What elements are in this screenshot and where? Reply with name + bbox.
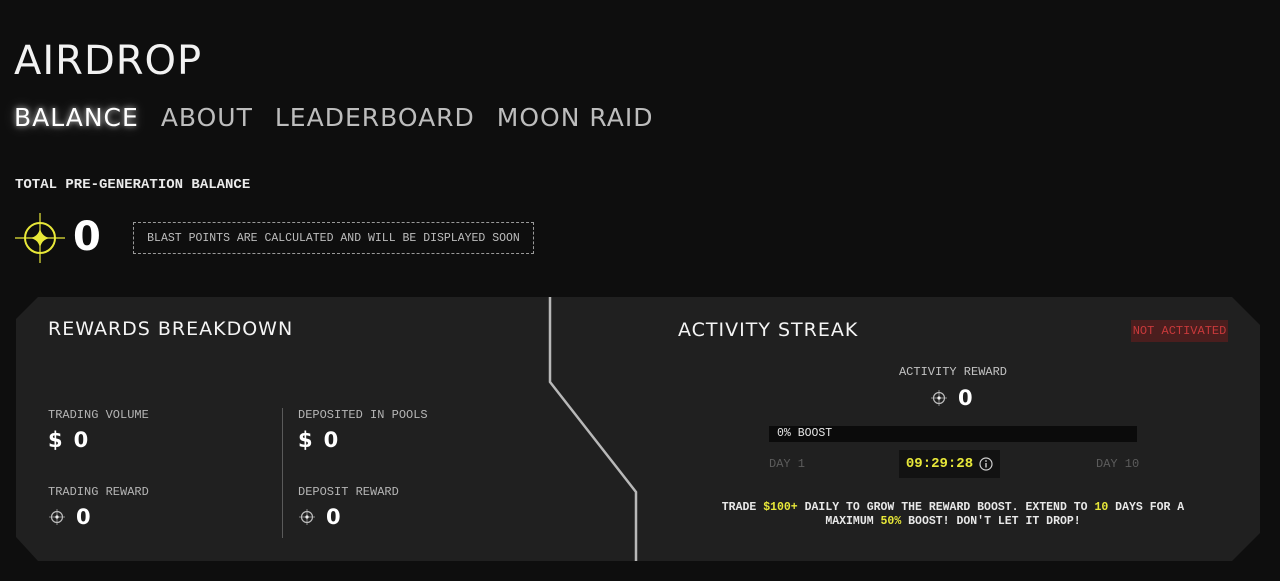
note-highlight-days: 10 <box>1094 501 1109 514</box>
note-highlight-percent: 50% <box>880 515 902 528</box>
streak-title: ACTIVITY STREAK <box>678 319 859 341</box>
rewards-title: REWARDS BREAKDOWN <box>48 318 294 340</box>
note-text: DAILY TO GROW THE REWARD BOOST. EXTEND T… <box>797 501 1095 514</box>
boost-progress-bar: 0% BOOST <box>769 426 1137 442</box>
status-badge: NOT ACTIVATED <box>1131 320 1228 342</box>
points-icon <box>299 509 315 525</box>
tab-bar: BALANCE ABOUT LEADERBOARD MOON RAID <box>14 103 653 132</box>
points-icon <box>931 390 947 406</box>
balance-value: 0 <box>73 214 102 260</box>
activity-reward-label: ACTIVITY REWARD <box>898 365 1008 379</box>
points-icon <box>49 509 65 525</box>
deposit-reward-amount: 0 <box>326 505 342 529</box>
note-text: BOOST! DON'T LET IT DROP! <box>901 515 1081 528</box>
info-icon[interactable] <box>979 457 993 471</box>
deposit-reward-label: DEPOSIT REWARD <box>298 485 399 499</box>
trading-volume-value: $ 0 <box>48 428 89 452</box>
deposited-label: DEPOSITED IN POOLS <box>298 408 428 422</box>
trading-volume-label: TRADING VOLUME <box>48 408 149 422</box>
page-title: AIRDROP <box>14 38 203 84</box>
tab-balance[interactable]: BALANCE <box>14 103 139 132</box>
tab-leaderboard[interactable]: LEADERBOARD <box>275 103 475 132</box>
activity-reward-value: 0 <box>930 386 974 410</box>
timer-value: 09:29:28 <box>905 456 974 472</box>
activity-reward-amount: 0 <box>958 386 974 410</box>
trading-reward-amount: 0 <box>76 505 92 529</box>
trading-volume-amount: 0 <box>73 428 90 452</box>
balance-note: BLAST POINTS ARE CALCULATED AND WILL BE … <box>133 222 534 254</box>
column-divider <box>282 408 283 538</box>
boost-label: 0% BOOST <box>777 427 833 440</box>
tab-moon-raid[interactable]: MOON RAID <box>497 103 654 132</box>
deposit-reward-value: 0 <box>298 505 342 529</box>
deposited-value: $ 0 <box>298 428 339 452</box>
currency-symbol: $ <box>48 428 64 452</box>
streak-timer: 09:29:28 <box>899 450 1000 478</box>
tab-about[interactable]: ABOUT <box>161 103 253 132</box>
day-end-label: DAY 10 <box>1096 457 1140 471</box>
blast-points-icon <box>15 213 65 263</box>
deposited-amount: 0 <box>323 428 340 452</box>
trading-reward-value: 0 <box>48 505 92 529</box>
streak-instructions: TRADE $100+ DAILY TO GROW THE REWARD BOO… <box>700 501 1206 529</box>
note-text: TRADE <box>721 501 764 514</box>
note-highlight-amount: $100+ <box>763 501 798 514</box>
currency-symbol: $ <box>298 428 314 452</box>
balance-label: TOTAL PRE-GENERATION BALANCE <box>15 177 251 193</box>
trading-reward-label: TRADING REWARD <box>48 485 149 499</box>
day-start-label: DAY 1 <box>769 457 806 471</box>
